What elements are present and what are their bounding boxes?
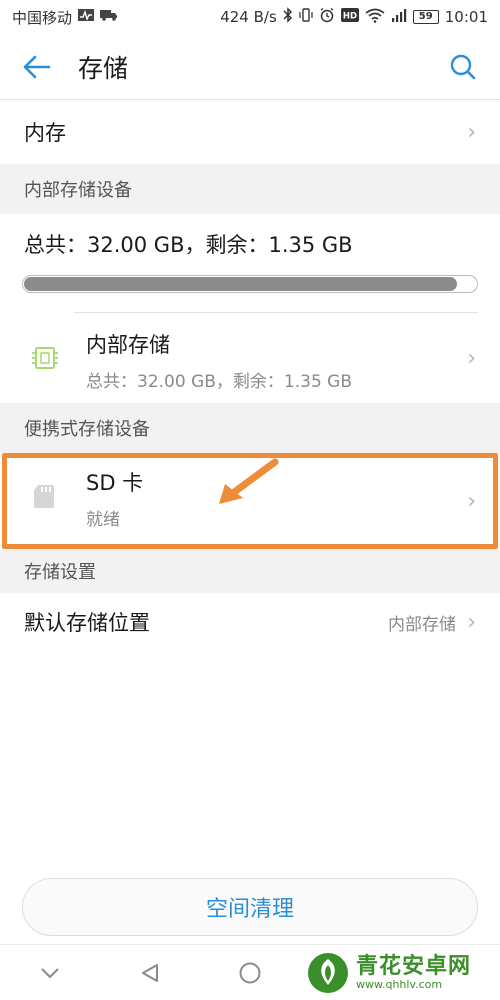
hd-icon: HD [340,8,359,26]
section-header-internal: 内部存储设备 [0,164,500,214]
storage-progress-fill [24,277,457,291]
sd-card-icon [33,483,55,513]
default-location-label: 默认存储位置 [24,611,150,635]
default-location-row[interactable]: 默认存储位置 内部存储 › [0,593,500,651]
page-title: 存储 [78,53,129,83]
sd-card-item[interactable]: SD 卡 就绪 › [0,453,500,549]
activity-icon [78,9,95,25]
chip-icon [30,343,60,377]
status-bar: 中国移动 424 B/s HD 59 10:01 [0,0,500,34]
watermark-text: 青花安卓网 www.qhhlv.com [356,955,471,991]
vibrate-icon [299,7,313,27]
nav-home-button[interactable] [200,945,300,1000]
internal-storage-subtitle: 总共：32.00 GB，剩余：1.35 GB [86,372,352,392]
bluetooth-icon [283,7,293,27]
search-icon [450,54,476,79]
sd-card-text: SD 卡 就绪 [86,467,143,530]
chevron-right-icon: › [467,488,476,514]
truck-icon [100,9,118,25]
chevron-right-icon: › [467,609,476,635]
memory-row[interactable]: 内存 › [0,100,500,164]
wifi-icon [365,8,385,27]
chevron-right-icon: › [467,119,476,145]
internal-storage-title: 内部存储 [86,333,170,357]
nav-back-button[interactable] [100,945,200,1000]
watermark-url: www.qhhlv.com [356,978,443,992]
section-header-portable: 便携式存储设备 [0,403,500,453]
storage-progress-bar [22,275,478,293]
sd-card-title: SD 卡 [86,471,144,495]
internal-summary-text: 总共：32.00 GB，剩余：1.35 GB [24,233,353,257]
clock: 10:01 [444,8,488,26]
internal-summary-row: 总共：32.00 GB，剩余：1.35 GB [0,214,500,274]
nav-collapse-button[interactable] [0,945,100,1000]
alarm-icon [319,7,335,27]
back-button[interactable] [0,34,74,100]
signal-icon [391,7,407,27]
memory-label: 内存 [24,121,66,145]
search-button[interactable] [426,34,500,100]
svg-text:HD: HD [343,12,357,22]
chevron-right-icon: › [467,345,476,371]
back-triangle-icon [142,963,158,982]
sd-card-subtitle: 就绪 [86,510,120,530]
battery-icon: 59 [412,10,439,24]
app-bar: 存储 [0,34,500,100]
collapse-chevron-icon [41,967,59,978]
internal-storage-text: 内部存储 总共：32.00 GB，剩余：1.35 GB [86,329,352,392]
watermark: 青花安卓网 www.qhhlv.com [306,948,496,998]
network-speed: 424 B/s [220,8,277,26]
watermark-title: 青花安卓网 [356,953,472,979]
section-header-settings: 存储设置 [0,549,500,593]
internal-storage-item[interactable]: 内部存储 总共：32.00 GB，剩余：1.35 GB › [0,313,500,403]
back-arrow-icon [23,55,51,78]
space-cleanup-button[interactable]: 空间清理 [22,878,478,936]
status-left: 中国移动 [12,7,118,28]
home-circle-icon [239,962,261,983]
default-location-value: 内部存储 [388,614,456,635]
carrier-label: 中国移动 [12,8,73,27]
status-right: 424 B/s HD 59 10:01 [220,7,488,27]
watermark-logo-icon [308,953,348,993]
